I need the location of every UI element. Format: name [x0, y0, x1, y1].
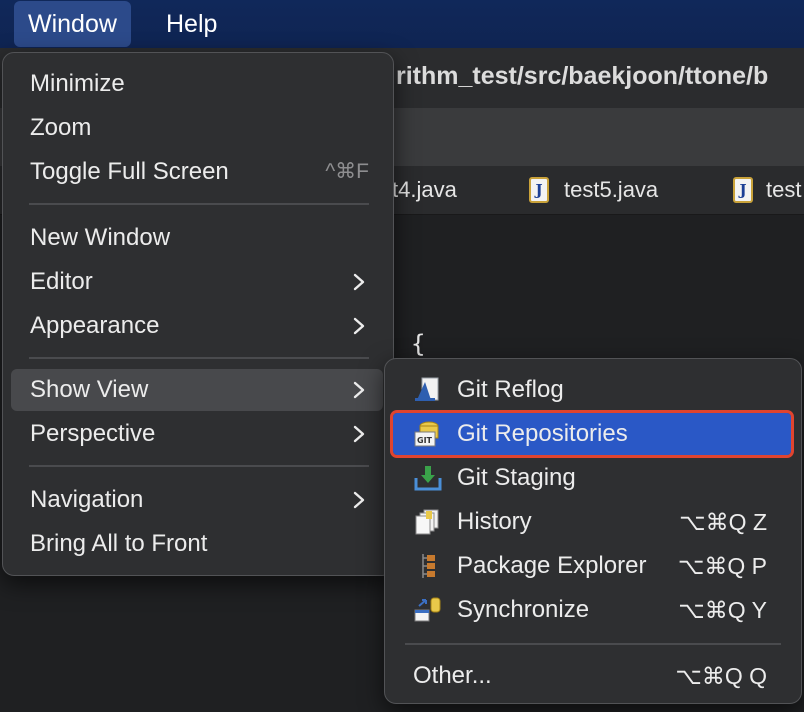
- menu-item-zoom[interactable]: Zoom: [11, 107, 383, 149]
- code-text: {: [411, 330, 426, 358]
- submenu-item-git-staging[interactable]: Git Staging: [393, 457, 791, 499]
- menu-item-navigation[interactable]: Navigation: [11, 479, 383, 521]
- submenu-item-shortcut: ⌥⌘Q Y: [678, 597, 767, 623]
- submenu-item-label: Package Explorer: [457, 552, 647, 579]
- submenu-item-label: Other...: [413, 662, 492, 689]
- menu-item-label: Show View: [30, 376, 149, 403]
- menu-item-label: Perspective: [30, 420, 156, 447]
- tab-test5[interactable]: test5.java: [564, 177, 658, 203]
- menu-item-label: Zoom: [30, 114, 92, 141]
- chevron-right-icon: [353, 317, 365, 335]
- menu-item-label: Editor: [30, 268, 93, 295]
- git-staging-icon: [414, 466, 442, 491]
- menu-item-appearance[interactable]: Appearance: [11, 305, 383, 347]
- submenu-item-label: Git Repositories: [457, 420, 628, 447]
- menu-item-minimize[interactable]: Minimize: [11, 63, 383, 105]
- submenu-item-label: Synchronize: [457, 596, 590, 623]
- submenu-item-package-explorer[interactable]: Package Explorer ⌥⌘Q P: [393, 545, 791, 587]
- window-menu: Minimize Zoom Toggle Full Screen ^⌘F New…: [2, 52, 394, 576]
- submenu-item-shortcut: ⌥⌘Q Q: [675, 663, 767, 689]
- menu-item-editor[interactable]: Editor: [11, 261, 383, 303]
- tab-test[interactable]: test: [766, 177, 801, 203]
- chevron-right-icon: [353, 425, 365, 443]
- tab-test4[interactable]: t4.java: [392, 177, 457, 203]
- menu-separator: [29, 357, 369, 359]
- menu-separator: [29, 465, 369, 467]
- menu-item-label: Minimize: [30, 70, 125, 97]
- menu-item-label: Bring All to Front: [30, 530, 208, 557]
- submenu-item-shortcut: ⌥⌘Q P: [677, 553, 767, 579]
- submenu-item-shortcut: ⌥⌘Q Z: [679, 509, 767, 535]
- menu-item-label: Navigation: [30, 486, 144, 513]
- show-view-submenu: Git Reflog GIT Git Repositories Git Stag…: [384, 358, 802, 704]
- menu-item-show-view[interactable]: Show View: [11, 369, 383, 411]
- git-repositories-icon: GIT: [414, 421, 439, 447]
- menu-item-new-window[interactable]: New Window: [11, 217, 383, 259]
- submenu-item-label: Git Staging: [457, 464, 576, 491]
- submenu-item-label: Git Reflog: [457, 376, 564, 403]
- submenu-item-history[interactable]: History ⌥⌘Q Z: [393, 501, 791, 543]
- svg-text:GIT: GIT: [417, 436, 433, 445]
- menu-item-label: New Window: [30, 224, 171, 251]
- menu-item-toggle-full-screen[interactable]: Toggle Full Screen ^⌘F: [11, 151, 383, 193]
- menu-item-perspective[interactable]: Perspective: [11, 413, 383, 455]
- chevron-right-icon: [353, 273, 365, 291]
- chevron-right-icon: [353, 381, 365, 399]
- submenu-item-git-reflog[interactable]: Git Reflog: [393, 369, 791, 411]
- git-reflog-icon: [415, 377, 439, 401]
- submenu-item-other[interactable]: Other... ⌥⌘Q Q: [393, 655, 791, 697]
- submenu-separator: [405, 643, 781, 645]
- menu-window[interactable]: Window: [14, 1, 131, 47]
- menu-item-label: Toggle Full Screen: [30, 158, 229, 185]
- java-file-icon: J: [733, 177, 753, 203]
- synchronize-icon: [414, 597, 441, 622]
- submenu-item-git-repositories[interactable]: GIT Git Repositories: [390, 410, 794, 458]
- menu-bar: Window Help: [0, 0, 804, 48]
- history-icon: [415, 509, 439, 535]
- package-explorer-icon: [422, 554, 435, 578]
- menu-separator: [29, 203, 369, 205]
- java-file-icon: J: [529, 177, 549, 203]
- menu-item-shortcut: ^⌘F: [325, 160, 369, 183]
- menu-item-label: Appearance: [30, 312, 160, 339]
- editor-path: rithm_test/src/baekjoon/ttone/b: [396, 62, 769, 90]
- submenu-item-synchronize[interactable]: Synchronize ⌥⌘Q Y: [393, 589, 791, 631]
- submenu-item-label: History: [457, 508, 532, 535]
- menu-help[interactable]: Help: [152, 0, 231, 48]
- chevron-right-icon: [353, 491, 365, 509]
- menu-item-bring-all-to-front[interactable]: Bring All to Front: [11, 523, 383, 565]
